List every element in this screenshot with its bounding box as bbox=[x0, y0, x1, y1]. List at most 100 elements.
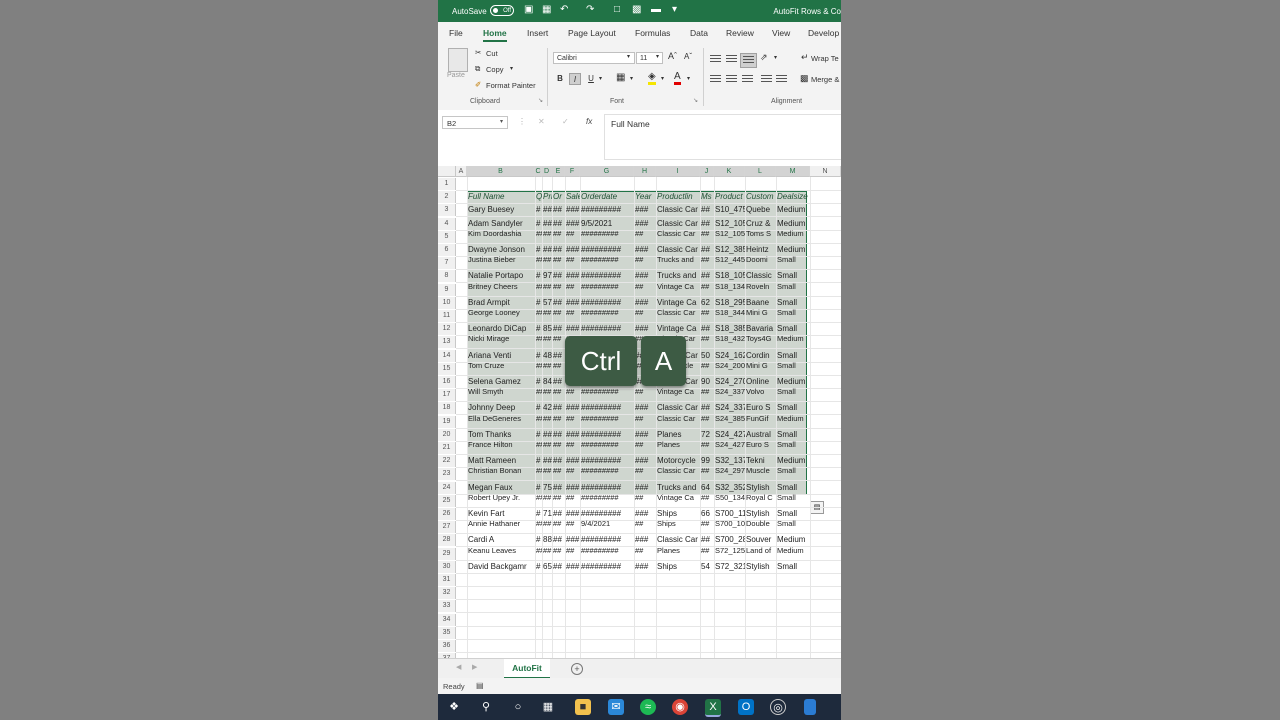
cortana-icon[interactable]: ○ bbox=[510, 699, 526, 715]
data-cell[interactable]: ######### bbox=[581, 307, 634, 318]
data-cell[interactable]: ## bbox=[536, 386, 542, 397]
data-cell[interactable]: ## bbox=[536, 281, 542, 292]
data-cell[interactable]: Trucks and bbox=[657, 254, 700, 265]
name-cell[interactable]: France Hilton bbox=[468, 439, 535, 450]
data-cell[interactable]: Medium bbox=[777, 228, 810, 239]
data-cell[interactable]: ## bbox=[536, 228, 542, 239]
format-painter-button[interactable]: Format Painter bbox=[486, 81, 536, 90]
data-cell[interactable]: ######### bbox=[581, 492, 634, 503]
paste-icon[interactable] bbox=[448, 48, 468, 72]
column-header-j[interactable]: J bbox=[700, 166, 714, 177]
header-cell[interactable]: Productlin bbox=[657, 191, 700, 202]
font-color-icon[interactable]: A bbox=[674, 71, 681, 85]
fill-color-dropdown-icon[interactable]: ▾ bbox=[661, 75, 664, 82]
data-cell[interactable]: Classic Car bbox=[657, 228, 700, 239]
data-cell[interactable]: ## bbox=[536, 465, 542, 476]
data-cell[interactable]: ## bbox=[701, 413, 714, 424]
row-header-16[interactable]: 16 bbox=[438, 376, 456, 388]
data-cell[interactable]: Small bbox=[777, 307, 810, 318]
data-cell[interactable]: ## bbox=[543, 386, 552, 397]
column-header-g[interactable]: G bbox=[580, 166, 634, 177]
data-cell[interactable]: ######### bbox=[581, 228, 634, 239]
bottom-align-icon[interactable] bbox=[740, 53, 757, 68]
data-cell[interactable]: ## bbox=[553, 228, 565, 239]
data-cell[interactable]: Classic Car bbox=[657, 307, 700, 318]
data-cell[interactable]: ## bbox=[543, 413, 552, 424]
column-header-i[interactable]: I bbox=[656, 166, 700, 177]
tab-developer[interactable]: Develop bbox=[808, 28, 839, 38]
data-cell[interactable]: ## bbox=[543, 360, 552, 371]
data-cell[interactable]: S24_200 bbox=[715, 360, 745, 371]
header-cell[interactable]: Full Name bbox=[468, 191, 535, 202]
data-cell[interactable]: Volvo bbox=[746, 386, 776, 397]
data-cell[interactable]: Roveln bbox=[746, 281, 776, 292]
data-cell[interactable]: ######### bbox=[581, 545, 634, 556]
format-painter-icon[interactable]: ✐ bbox=[475, 80, 481, 89]
data-cell[interactable]: S72_125 bbox=[715, 545, 745, 556]
data-cell[interactable]: Classic Car bbox=[657, 465, 700, 476]
data-cell[interactable]: Mini G bbox=[746, 307, 776, 318]
worksheet-grid[interactable]: ▤ ABCDEFGHIJKLMN123456789101112131415161… bbox=[438, 166, 841, 720]
data-cell[interactable]: Small bbox=[777, 492, 810, 503]
data-cell[interactable]: S18_134 bbox=[715, 281, 745, 292]
tab-view[interactable]: View bbox=[772, 28, 790, 38]
data-cell[interactable]: Royal C bbox=[746, 492, 776, 503]
data-cell[interactable]: ## bbox=[553, 254, 565, 265]
sheet-tab-autofit[interactable]: AutoFit bbox=[504, 659, 550, 679]
data-cell[interactable]: ## bbox=[566, 413, 580, 424]
merge-icon[interactable]: ▩ bbox=[800, 73, 809, 84]
row-header-24[interactable]: 24 bbox=[438, 481, 456, 494]
data-cell[interactable]: Small bbox=[777, 465, 810, 476]
data-cell[interactable]: ## bbox=[536, 439, 542, 450]
align-left-icon[interactable] bbox=[710, 75, 721, 84]
data-cell[interactable]: ## bbox=[553, 281, 565, 292]
cut-button[interactable]: Cut bbox=[486, 49, 498, 58]
data-cell[interactable]: ## bbox=[701, 465, 714, 476]
data-cell[interactable]: Small bbox=[777, 281, 810, 292]
paste-label[interactable]: Paste bbox=[447, 72, 465, 79]
row-header-13[interactable]: 13 bbox=[438, 336, 456, 349]
data-cell[interactable]: S24_427 bbox=[715, 439, 745, 450]
font-launcher-icon[interactable]: ↘ bbox=[693, 97, 698, 104]
data-cell[interactable]: ## bbox=[553, 492, 565, 503]
row-header-28[interactable]: 28 bbox=[438, 534, 456, 547]
header-cell[interactable]: Ms bbox=[701, 191, 714, 202]
data-cell[interactable]: S700_10 bbox=[715, 518, 745, 529]
data-cell[interactable]: S12_445 bbox=[715, 254, 745, 265]
row-header-9[interactable]: 9 bbox=[438, 283, 456, 296]
row-header-14[interactable]: 14 bbox=[438, 349, 456, 362]
data-cell[interactable]: ### bbox=[635, 204, 656, 215]
name-cell[interactable]: Robert Upey Jr. bbox=[468, 492, 535, 503]
data-cell[interactable]: ## bbox=[536, 254, 542, 265]
row-header-17[interactable]: 17 bbox=[438, 389, 456, 402]
data-cell[interactable]: ######### bbox=[581, 413, 634, 424]
row-header-23[interactable]: 23 bbox=[438, 468, 456, 481]
data-cell[interactable]: ## bbox=[701, 386, 714, 397]
data-cell[interactable]: 9/4/2021 bbox=[581, 518, 634, 529]
data-cell[interactable]: ## bbox=[543, 492, 552, 503]
data-cell[interactable]: Mini G bbox=[746, 360, 776, 371]
data-cell[interactable]: ## bbox=[701, 545, 714, 556]
name-cell[interactable]: Will Smyth bbox=[468, 386, 535, 397]
data-cell[interactable]: ## bbox=[566, 492, 580, 503]
data-cell[interactable]: S24_337 bbox=[715, 386, 745, 397]
data-cell[interactable]: ## bbox=[566, 545, 580, 556]
data-cell[interactable]: ## bbox=[536, 360, 542, 371]
middle-align-icon[interactable] bbox=[726, 55, 737, 64]
save-icon[interactable]: ▣ bbox=[524, 4, 533, 15]
data-cell[interactable]: ### bbox=[566, 204, 580, 215]
data-cell[interactable]: S18_432 bbox=[715, 333, 745, 344]
copy-icon[interactable]: ⧉ bbox=[475, 64, 480, 74]
column-header-m[interactable]: M bbox=[776, 166, 810, 177]
underline-button[interactable]: U bbox=[585, 73, 597, 85]
undo-icon[interactable]: ↶ bbox=[560, 4, 568, 15]
row-header-34[interactable]: 34 bbox=[438, 613, 456, 626]
row-header-5[interactable]: 5 bbox=[438, 230, 456, 243]
data-cell[interactable]: ## bbox=[635, 281, 656, 292]
fill-color-icon[interactable]: ◈ bbox=[648, 71, 656, 85]
data-cell[interactable]: ## bbox=[543, 307, 552, 318]
app-icon[interactable] bbox=[804, 699, 816, 715]
prev-sheet-icon[interactable]: ◀ bbox=[456, 663, 461, 671]
windows-start-icon[interactable]: ❖ bbox=[446, 699, 462, 715]
data-cell[interactable]: ## bbox=[701, 333, 714, 344]
